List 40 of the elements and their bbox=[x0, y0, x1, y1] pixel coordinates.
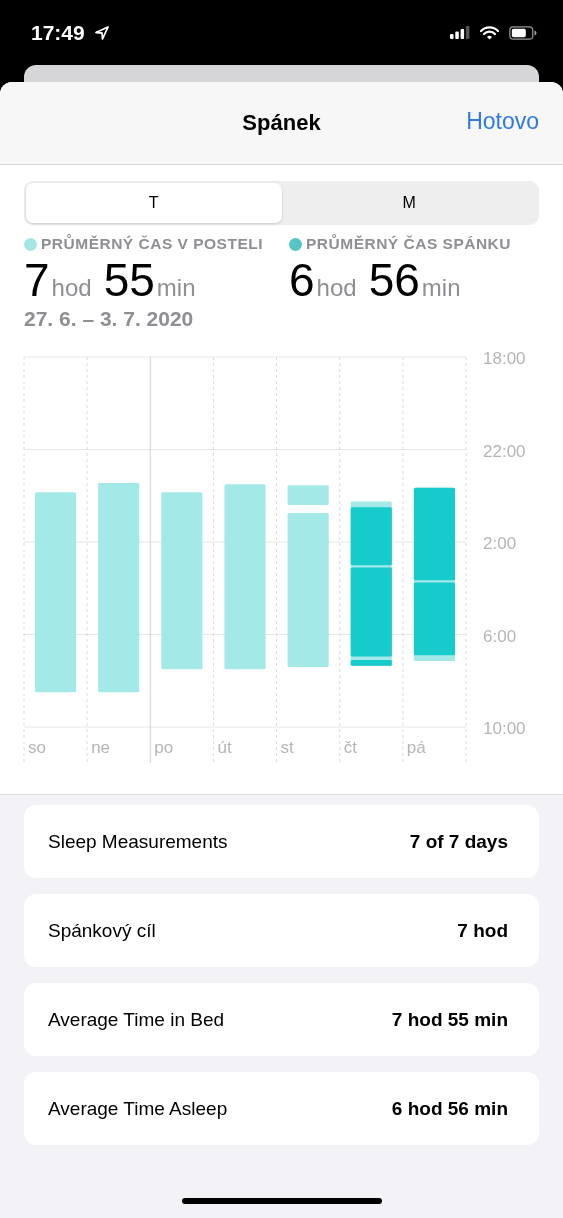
battery-icon bbox=[509, 25, 537, 40]
stat-value: 7 hod 55 min bbox=[391, 1008, 508, 1031]
summary-label: PRŮMĚRNÝ ČAS V POSTELI bbox=[41, 235, 263, 253]
hours-unit: hod bbox=[316, 274, 357, 302]
hours-unit: hod bbox=[51, 274, 92, 302]
time-label: 2:00 bbox=[483, 534, 517, 553]
stat-label: Average Time in Bed bbox=[48, 1008, 225, 1031]
stat-value: 7 hod bbox=[457, 919, 508, 942]
minutes-unit: min bbox=[156, 274, 196, 302]
day-label: po bbox=[154, 738, 174, 757]
hours-value: 6 bbox=[289, 253, 315, 307]
time-label: 10:00 bbox=[483, 719, 526, 738]
time-label: 6:00 bbox=[483, 626, 517, 646]
day-label: ne bbox=[91, 738, 111, 757]
date-range: 27. 6. – 3. 7. 2020 bbox=[23, 307, 195, 331]
minutes-value: 55 bbox=[103, 253, 155, 307]
stat-value: 6 hod 56 min bbox=[391, 1097, 508, 1120]
wifi-icon bbox=[480, 25, 499, 40]
minutes-unit: min bbox=[421, 274, 461, 302]
segment-tab[interactable]: M bbox=[281, 183, 537, 223]
signal-icon bbox=[450, 26, 470, 39]
day-label: út bbox=[217, 738, 232, 757]
minutes-value: 56 bbox=[368, 253, 420, 307]
sheet-title: Spánek bbox=[242, 110, 321, 136]
time-label: 18:00 bbox=[483, 349, 526, 368]
stat-label: Spánkový cíl bbox=[48, 919, 156, 942]
day-label: so bbox=[28, 738, 46, 757]
day-label: čt bbox=[343, 738, 357, 757]
location-arrow-icon bbox=[94, 25, 109, 40]
hours-value: 7 bbox=[24, 253, 50, 307]
day-label: pá bbox=[406, 738, 426, 757]
time-label: 22:00 bbox=[483, 441, 526, 461]
segment-tab[interactable]: T bbox=[26, 183, 282, 223]
done-button[interactable]: Hotovo bbox=[466, 108, 539, 135]
summary-label: PRŮMĚRNÝ ČAS SPÁNKU bbox=[306, 235, 511, 253]
stat-label: Sleep Measurements bbox=[48, 830, 228, 853]
stat-label: Average Time Asleep bbox=[48, 1097, 228, 1120]
status-time: 17:49 bbox=[31, 20, 85, 45]
day-label: st bbox=[280, 738, 294, 757]
stat-value: 7 of 7 days bbox=[409, 830, 508, 853]
